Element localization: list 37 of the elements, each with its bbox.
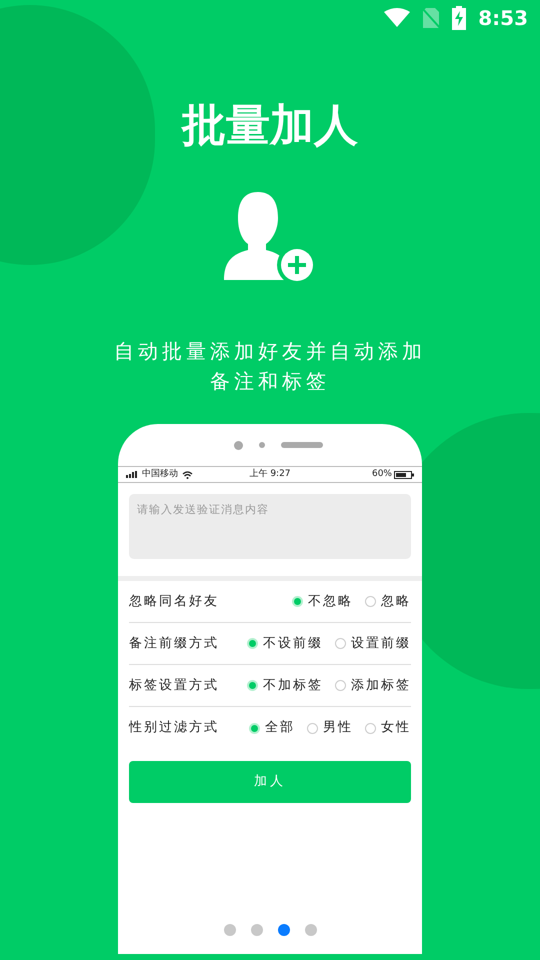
radio-button[interactable] — [307, 722, 318, 734]
radio-button[interactable] — [335, 680, 346, 691]
radio-option[interactable]: 设置前缀 — [335, 634, 411, 654]
radio-option[interactable]: 男性 — [307, 718, 353, 738]
wifi-icon — [384, 8, 410, 28]
no-sim-icon — [422, 7, 440, 29]
battery-icon — [394, 470, 414, 478]
battery-percent: 60% — [372, 468, 392, 481]
message-field[interactable]: 请输入发送验证消息内容 — [129, 494, 411, 559]
radio-option[interactable]: 不加标签 — [247, 676, 323, 696]
radio-button[interactable] — [249, 722, 260, 734]
radio-option[interactable]: 不忽略 — [292, 592, 353, 612]
setting-label: 性别过滤方式 — [129, 719, 219, 738]
radio-button[interactable] — [365, 722, 376, 734]
wifi-icon — [182, 470, 193, 478]
subtitle-line: 自动批量添加好友并自动添加 — [114, 338, 426, 365]
battery-charging-icon — [452, 6, 466, 30]
page-title: 批量加人 — [182, 99, 358, 153]
speaker-slot — [280, 442, 322, 448]
setting-label: 备注前缀方式 — [129, 634, 219, 653]
radio-option[interactable]: 不设前缀 — [247, 634, 323, 654]
radio-button[interactable] — [247, 638, 258, 649]
carrier-name: 中国移动 — [142, 468, 178, 481]
radio-option[interactable]: 女性 — [365, 718, 411, 738]
radio-button[interactable] — [335, 638, 346, 649]
radio-option[interactable]: 添加标签 — [335, 676, 411, 696]
phone-time: 上午 9:27 — [249, 468, 291, 481]
setting-label: 标签设置方式 — [129, 676, 219, 695]
radio-button[interactable] — [292, 596, 303, 607]
radio-option[interactable]: 全部 — [249, 718, 295, 738]
setting-label: 忽略同名好友 — [129, 592, 219, 611]
signal-icon — [126, 471, 138, 478]
subtitle-line: 备注和标签 — [210, 368, 330, 395]
radio-option[interactable]: 忽略 — [365, 592, 411, 612]
radio-button[interactable] — [365, 596, 376, 607]
radio-button[interactable] — [247, 680, 258, 691]
clock-time: 8:53 — [478, 5, 528, 32]
